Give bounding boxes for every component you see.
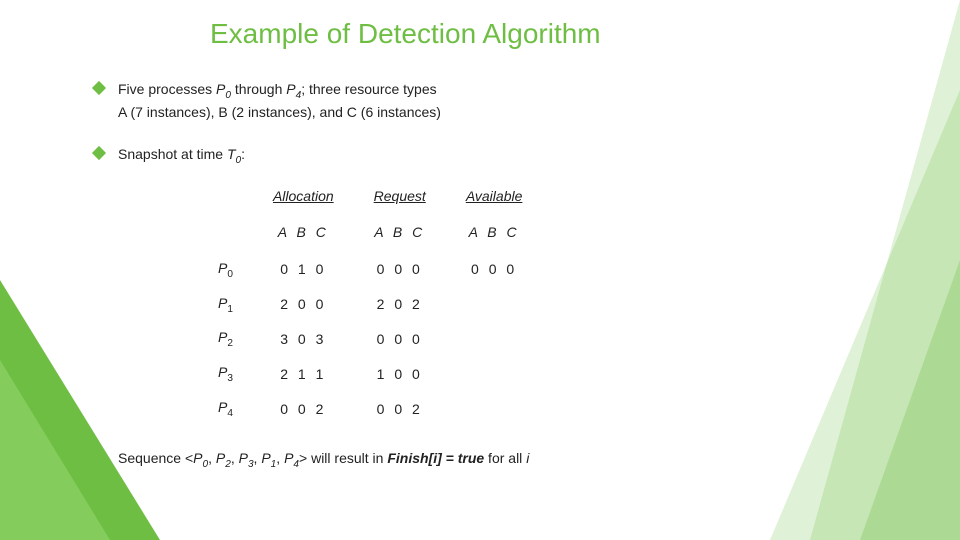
- bullet-list: Five processes P0 through P4 ; three reso…: [70, 80, 920, 472]
- process-cell: P2: [178, 322, 253, 357]
- value-cell: 0 0 0: [446, 253, 543, 288]
- process-cell: P3: [178, 357, 253, 392]
- table-row: P00 1 00 0 00 0 0: [178, 253, 542, 288]
- value-cell: 0 1 0: [253, 253, 354, 288]
- seq-item: P0: [193, 450, 208, 466]
- value-cell: 0 0 0: [354, 322, 446, 357]
- text: T: [227, 146, 236, 162]
- text: Snapshot at time: [118, 146, 227, 162]
- seq-item: P4: [284, 450, 299, 466]
- th-allocation: Allocation: [253, 181, 354, 213]
- value-cell: 0 0 2: [253, 392, 354, 427]
- value-cell: [446, 392, 543, 427]
- text: A (7 instances), B (2 instances), and C …: [118, 103, 920, 123]
- th-empty: [178, 181, 253, 213]
- table-abc-row: A B C A B C A B C: [178, 213, 542, 253]
- text: :: [241, 146, 245, 162]
- sequence: P0, P2, P3, P1, P4: [193, 450, 299, 466]
- process-cell: P0: [178, 253, 253, 288]
- table-row: P12 0 02 0 2: [178, 288, 542, 323]
- value-cell: 2 0 2: [354, 288, 446, 323]
- value-cell: [446, 322, 543, 357]
- value-cell: 0 0 2: [354, 392, 446, 427]
- th-request: Request: [354, 181, 446, 213]
- process-cell: P4: [178, 392, 253, 427]
- value-cell: 3 0 3: [253, 322, 354, 357]
- seq-item: P2: [216, 450, 231, 466]
- finish-expr: Finish[i] = true: [387, 450, 484, 466]
- seq-item: P3: [239, 450, 254, 466]
- text: Sequence <: [118, 450, 193, 466]
- abc-alloc: A B C: [253, 213, 354, 253]
- table-row: P40 0 20 0 2: [178, 392, 542, 427]
- value-cell: [446, 357, 543, 392]
- text: > will result in: [299, 450, 387, 466]
- value-cell: [446, 288, 543, 323]
- text: P: [286, 81, 295, 97]
- table-row: P23 0 30 0 0: [178, 322, 542, 357]
- process-cell: P1: [178, 288, 253, 323]
- value-cell: 0 0 0: [354, 253, 446, 288]
- seq-item: P1: [261, 450, 276, 466]
- text: through: [231, 81, 286, 97]
- table-row: P32 1 11 0 0: [178, 357, 542, 392]
- abc-req: A B C: [354, 213, 446, 253]
- text: Five processes: [118, 81, 216, 97]
- snapshot-table: Allocation Request Available A B C A B C…: [178, 181, 542, 427]
- slide-title: Example of Detection Algorithm: [210, 18, 920, 50]
- text: i: [526, 450, 529, 466]
- text: ; three resource types: [301, 81, 436, 97]
- table-header-row: Allocation Request Available: [178, 181, 542, 213]
- bullet-3: Sequence <P0, P2, P3, P1, P4> will resul…: [90, 449, 920, 472]
- th-available: Available: [446, 181, 543, 213]
- text: for all: [484, 450, 526, 466]
- bullet-1: Five processes P0 through P4; three reso…: [90, 80, 920, 123]
- bullet-2: Snapshot at time T0: Allocation Request …: [90, 145, 920, 428]
- abc-avail: A B C: [446, 213, 543, 253]
- value-cell: 1 0 0: [354, 357, 446, 392]
- value-cell: 2 0 0: [253, 288, 354, 323]
- text: P: [216, 81, 225, 97]
- value-cell: 2 1 1: [253, 357, 354, 392]
